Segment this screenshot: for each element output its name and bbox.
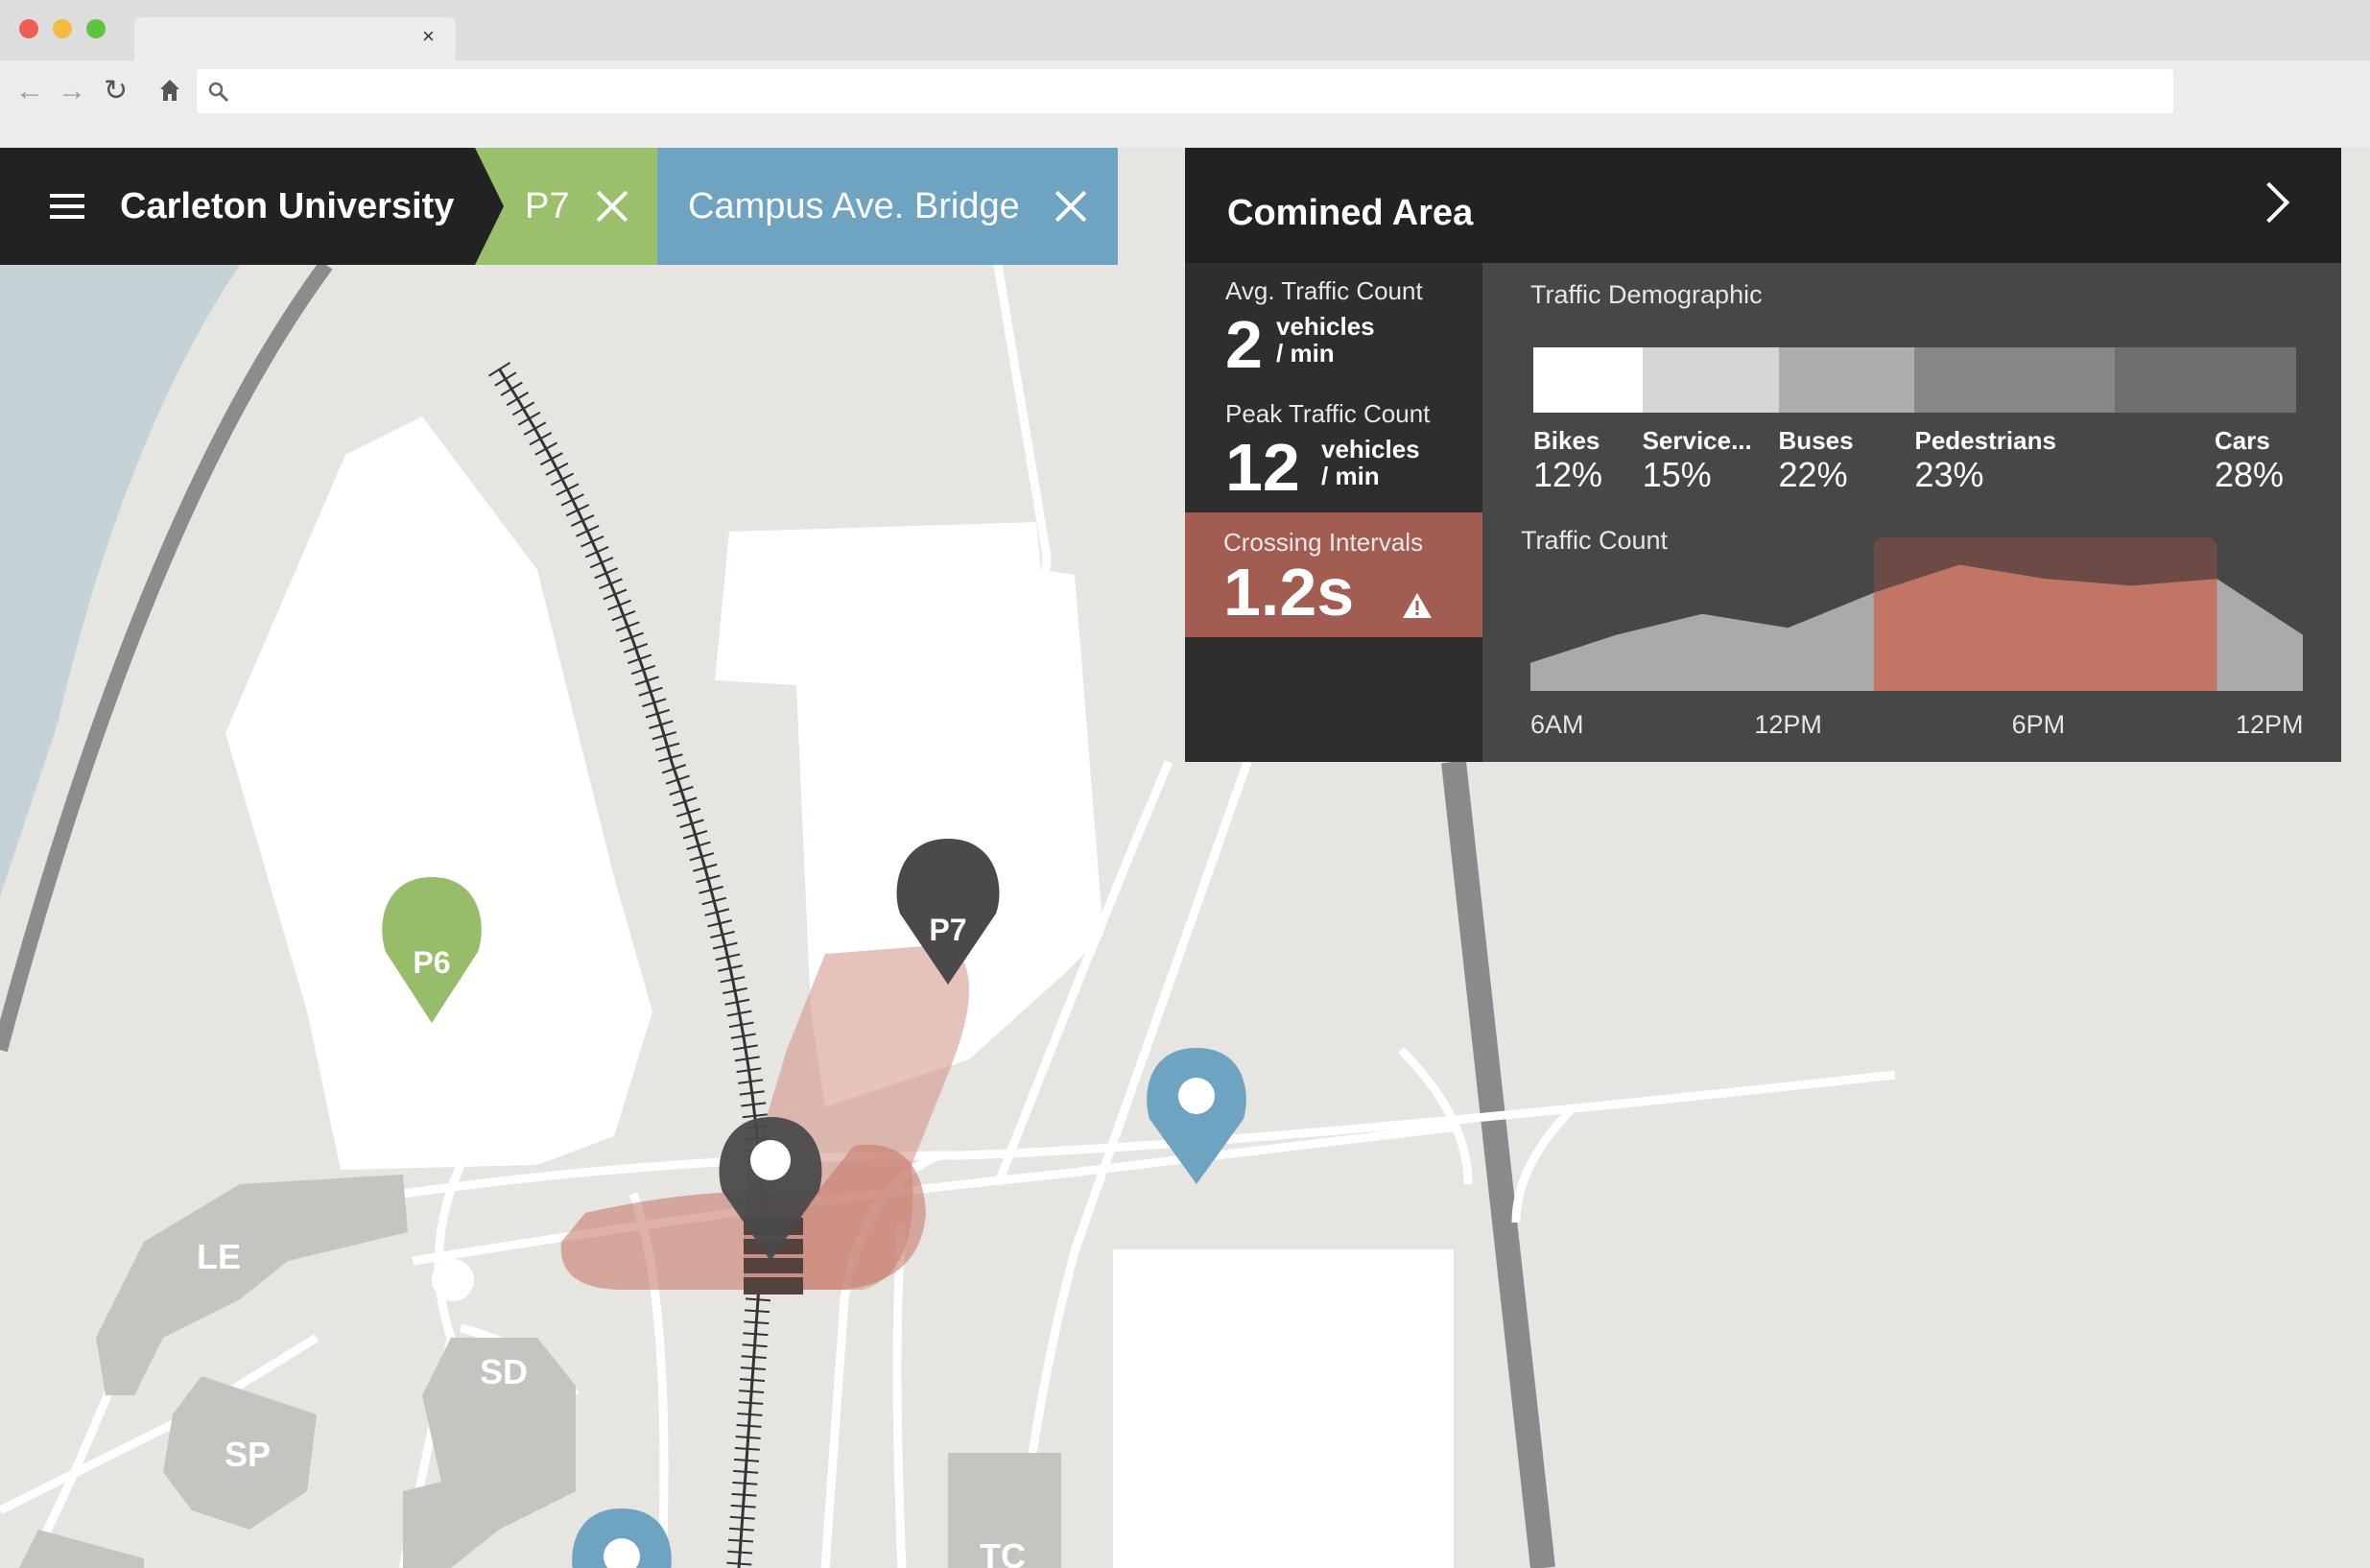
segment-percent: 22% [1778, 455, 1848, 494]
svg-text:P7: P7 [929, 913, 966, 947]
x-tick-label: 6PM [2011, 710, 2066, 739]
stat-label: Avg. Traffic Count [1225, 276, 1423, 305]
map-pin-location[interactable] [572, 1509, 672, 1568]
lot-p6 [225, 416, 652, 1170]
chevron-right-icon[interactable] [2248, 181, 2290, 224]
segment-name: Pedestrians [1914, 426, 2056, 455]
forward-arrow-icon[interactable]: → [58, 75, 86, 107]
demographic-segment[interactable] [1914, 347, 2115, 413]
building-label: TC [980, 1536, 1026, 1568]
demographic-bar [1533, 347, 2296, 413]
segment-name: Bikes [1533, 426, 1600, 455]
app-title: Carleton University [120, 186, 455, 226]
traffic-area-highlight [1873, 564, 2217, 691]
back-arrow-icon[interactable]: ← [15, 75, 44, 107]
stat-unit: / min [1276, 339, 1335, 368]
segment-name: Buses [1778, 426, 1854, 455]
close-window-button[interactable] [19, 19, 38, 38]
demographic-segment[interactable] [2114, 347, 2296, 413]
stat-value: 1.2s [1223, 555, 1355, 630]
crossing-interval-alert[interactable]: Crossing Intervals 1.2s [1185, 512, 1482, 637]
segment-percent: 15% [1642, 455, 1712, 494]
stat-value: 12 [1225, 430, 1300, 505]
segment-percent: 23% [1914, 455, 1984, 494]
x-tick-label: 12PM [2236, 710, 2304, 739]
maximize-window-button[interactable] [86, 19, 106, 38]
segment-percent: 28% [2215, 455, 2285, 494]
filter-chip-bridge[interactable]: Campus Ave. Bridge [657, 148, 1118, 265]
svg-text:P6: P6 [413, 945, 450, 980]
building-label: SP [225, 1435, 271, 1474]
demographic-segment[interactable] [1778, 347, 1915, 413]
warning-icon [1403, 593, 1432, 618]
x-tick-label: 12PM [1754, 710, 1822, 739]
stat-unit: vehicles [1276, 312, 1375, 341]
building-large [1113, 1249, 1454, 1568]
browser-tab[interactable] [134, 17, 456, 60]
close-icon[interactable] [1049, 184, 1093, 228]
filter-chip-label: Campus Ave. Bridge [688, 186, 1020, 226]
stat-unit: vehicles [1321, 435, 1420, 463]
stat-value: 2 [1225, 307, 1263, 382]
traffic-count-chart [1530, 537, 2303, 691]
roundabout [432, 1259, 474, 1301]
stat-label: Crossing Intervals [1223, 528, 1424, 557]
close-icon[interactable] [590, 184, 634, 228]
demographic-title: Traffic Demographic [1530, 280, 1763, 309]
app-viewport: LE SD SP TC P6 P7 Carleton University P7… [0, 148, 2370, 1568]
stat-unit: / min [1321, 462, 1380, 490]
segment-name: Service... [1642, 426, 1752, 455]
building-label: LE [197, 1237, 241, 1276]
hamburger-menu-icon[interactable] [50, 194, 84, 219]
reload-icon[interactable]: ↻ [104, 75, 128, 107]
building-label: SD [480, 1352, 528, 1391]
search-icon [208, 82, 229, 103]
demographic-segment[interactable] [1642, 347, 1779, 413]
tab-close-icon[interactable]: × [422, 24, 435, 49]
river [0, 265, 240, 896]
home-icon[interactable] [159, 79, 180, 102]
x-tick-label: 6AM [1530, 710, 1584, 739]
panel-title: Comined Area [1227, 193, 1474, 233]
browser-chrome: × ← → ↻ [0, 0, 2370, 148]
title-segment: Carleton University [0, 148, 504, 265]
segment-percent: 12% [1533, 455, 1603, 494]
segment-name: Cars [2215, 426, 2270, 455]
filter-chip-label: P7 [525, 186, 570, 226]
stats-column: Avg. Traffic Count 2 vehicles / min Peak… [1185, 263, 1482, 762]
panel-header: Comined Area [1185, 148, 2341, 263]
demographic-segment[interactable] [1533, 347, 1643, 413]
minimize-window-button[interactable] [53, 19, 72, 38]
stat-label: Peak Traffic Count [1225, 399, 1431, 428]
address-bar[interactable] [197, 69, 2173, 113]
area-info-panel: Comined Area Avg. Traffic Count 2 vehicl… [1185, 148, 2341, 762]
